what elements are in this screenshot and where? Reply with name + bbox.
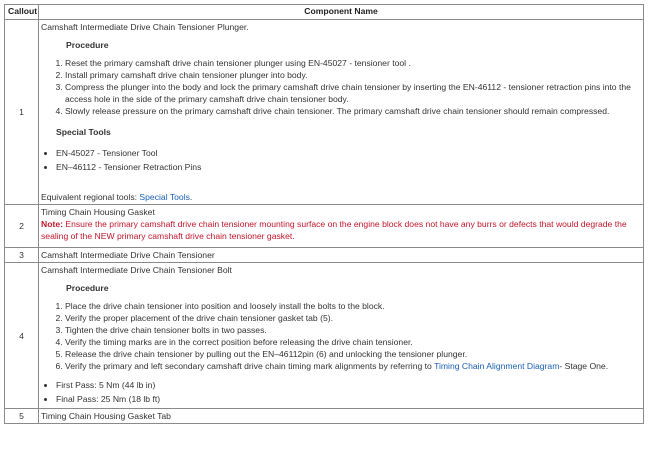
procedure-step: Place the drive chain tensioner into pos… — [65, 300, 640, 312]
torque-passes-list: First Pass: 5 Nm (44 lb in) Final Pass: … — [41, 379, 640, 405]
procedure-step: Tighten the drive chain tensioner bolts … — [65, 324, 640, 336]
component-header: Component Name — [38, 4, 644, 20]
callout-number: 2 — [4, 204, 39, 248]
procedure-step-text: Verify the primary and left secondary ca… — [65, 361, 435, 371]
procedure-heading: Procedure — [66, 40, 109, 50]
procedure-heading: Procedure — [66, 283, 109, 293]
component-cell: Timing Chain Housing Gasket Tab — [38, 408, 644, 424]
procedure-step: Compress the plunger into the body and l… — [65, 81, 640, 105]
procedure-step: Slowly release pressure on the primary c… — [65, 105, 640, 117]
procedure-steps: Reset the primary camshaft drive chain t… — [41, 57, 640, 117]
procedure-step: Reset the primary camshaft drive chain t… — [65, 57, 640, 69]
note: Note: Ensure the primary camshaft drive … — [41, 218, 640, 242]
component-cell: Camshaft Intermediate Drive Chain Tensio… — [38, 247, 644, 263]
callout-table: Callout Component Name 1 Camshaft Interm… — [4, 4, 644, 424]
procedure-step-end: - Stage One. — [559, 361, 609, 371]
torque-pass-item: Final Pass: 25 Nm (18 lb ft) — [56, 393, 640, 405]
procedure-step: Verify the timing marks are in the corre… — [65, 336, 640, 348]
equivalent-tools-text: Equivalent regional tools: — [41, 192, 140, 202]
table-header-row: Callout Component Name — [4, 4, 644, 20]
timing-chain-diagram-link[interactable]: Timing Chain Alignment Diagram — [434, 361, 559, 371]
component-name: Camshaft Intermediate Drive Chain Tensio… — [41, 250, 215, 260]
callout-number: 1 — [4, 19, 39, 205]
special-tools-link[interactable]: Special Tools — [139, 192, 189, 202]
table-row: 5 Timing Chain Housing Gasket Tab — [4, 408, 644, 424]
special-tool-item: EN-45027 - Tensioner Tool — [56, 147, 640, 159]
table-row: 2 Timing Chain Housing Gasket Note: Ensu… — [4, 204, 644, 248]
component-cell: Camshaft Intermediate Drive Chain Tensio… — [38, 19, 644, 205]
component-name: Timing Chain Housing Gasket — [41, 207, 155, 217]
procedure-step: Verify the primary and left secondary ca… — [65, 360, 640, 372]
procedure-step: Release the drive chain tensioner by pul… — [65, 348, 640, 360]
callout-number: 4 — [4, 262, 39, 409]
component-name: Timing Chain Housing Gasket Tab — [41, 411, 171, 421]
procedure-step: Install primary camshaft drive chain ten… — [65, 69, 640, 81]
component-cell: Camshaft Intermediate Drive Chain Tensio… — [38, 262, 644, 409]
special-tools-heading: Special Tools — [56, 127, 111, 137]
special-tool-item: EN–46112 - Tensioner Retraction Pins — [56, 161, 640, 173]
table-row: 4 Camshaft Intermediate Drive Chain Tens… — [4, 262, 644, 409]
note-label: Note: — [41, 219, 63, 229]
procedure-step: Verify the proper placement of the drive… — [65, 312, 640, 324]
special-tools-list: EN-45027 - Tensioner Tool EN–46112 - Ten… — [41, 147, 640, 173]
callout-number: 5 — [4, 408, 39, 424]
table-row: 1 Camshaft Intermediate Drive Chain Tens… — [4, 19, 644, 205]
component-name: Camshaft Intermediate Drive Chain Tensio… — [41, 22, 249, 32]
callout-number: 3 — [4, 247, 39, 263]
table-row: 3 Camshaft Intermediate Drive Chain Tens… — [4, 247, 644, 263]
component-name: Camshaft Intermediate Drive Chain Tensio… — [41, 265, 232, 275]
callout-header: Callout — [4, 4, 39, 20]
procedure-steps: Place the drive chain tensioner into pos… — [41, 300, 640, 372]
component-cell: Timing Chain Housing Gasket Note: Ensure… — [38, 204, 644, 248]
equivalent-tools-line: Equivalent regional tools: Special Tools… — [41, 191, 640, 203]
equivalent-tools-end: . — [189, 192, 193, 202]
note-text: Ensure the primary camshaft drive chain … — [41, 219, 627, 241]
torque-pass-item: First Pass: 5 Nm (44 lb in) — [56, 379, 640, 391]
